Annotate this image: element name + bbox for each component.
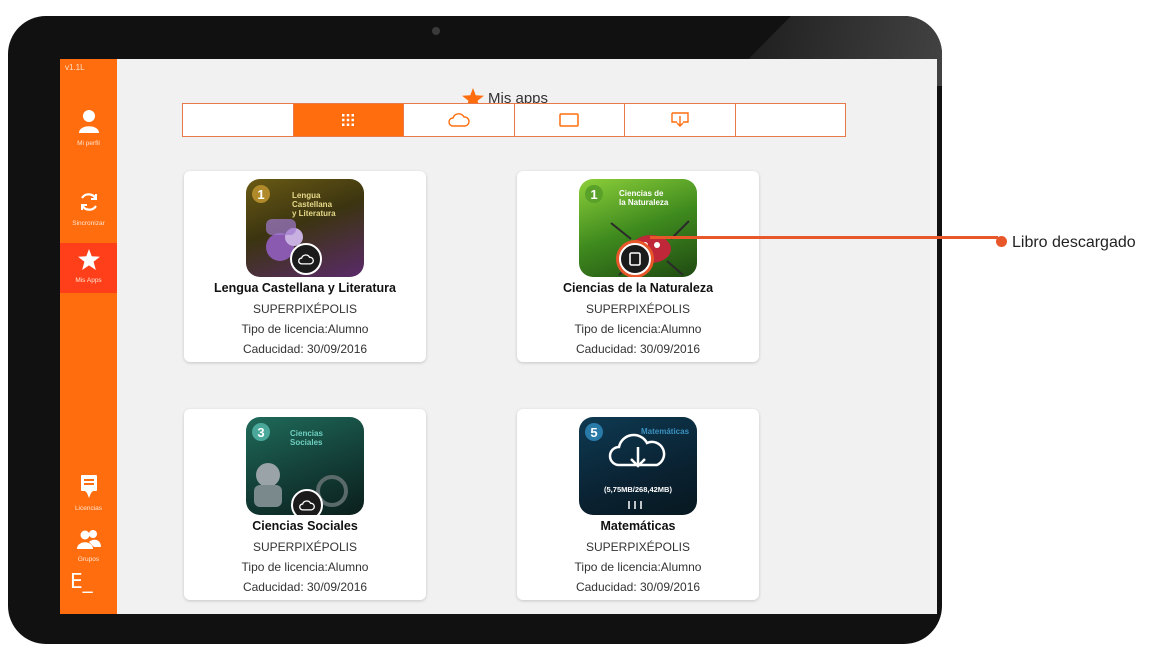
app-card[interactable]: 3 Ciencias Sociales Ciencias Sociales SU… [184,409,426,600]
app-card[interactable]: 1 Lengua Castellana y Literatura Lengua … [184,171,426,362]
card-publisher: SUPERPIXÉPOLIS [585,540,691,554]
tablet-icon [559,113,579,127]
tab-cloud[interactable] [404,104,515,136]
sidebar-item-grupos[interactable]: Grupos [60,529,117,569]
tab-empty-right[interactable] [736,104,846,136]
filter-tabs [182,103,846,137]
book-cover: 1 Ciencias de la Naturaleza [579,179,697,277]
version-label: v1.1L [65,63,85,72]
card-expiry: Caducidad: 30/09/2016 [575,580,701,594]
tab-device[interactable] [515,104,625,136]
status-badge [291,489,323,515]
sync-icon [80,193,97,211]
group-icon [76,530,101,549]
card-publisher: SUPERPIXÉPOLIS [252,540,358,554]
card-title: Lengua Castellana y Literatura [213,281,396,295]
card-title: Ciencias de la Naturaleza [562,281,714,295]
tab-empty-left[interactable] [183,104,294,136]
sidebar-item-label: Grupos [77,556,100,563]
sidebar-item-mis-apps[interactable]: Mis Apps [60,243,117,293]
book-cover: 3 Ciencias Sociales [246,417,364,515]
cloud-icon [448,113,470,127]
tablet-frame: v1.1L Mi perfil Sincronizar Mis Apps Lic… [8,16,942,644]
tab-download[interactable] [625,104,736,136]
card-expiry: Caducidad: 30/09/2016 [242,580,368,594]
card-license: Tipo de licencia:Alumno [574,560,702,574]
brand-logo: E_ [70,569,93,593]
app-screen: v1.1L Mi perfil Sincronizar Mis Apps Lic… [60,59,937,614]
cloud-download-icon [608,433,666,509]
card-expiry: Caducidad: 30/09/2016 [242,342,368,356]
callout-line [968,236,998,239]
download-progress: (5,75MB/268,42MB) [604,485,672,494]
app-card[interactable]: 1 Ciencias de la Naturaleza Ciencias de … [517,171,759,362]
sidebar-item-licencias[interactable]: Licencias [60,474,117,520]
license-icon [80,475,97,498]
grid-icon [342,114,355,126]
sidebar-item-label: Mi perfil [77,140,100,147]
sidebar-item-label: Licencias [74,505,103,512]
callout-line [650,236,970,239]
book-cover: 5 Matemáticas (5,75MB/268,42MB) [579,417,697,515]
sidebar-item-sync[interactable]: Sincronizar [60,191,117,239]
callout-label: Libro descargado [1012,234,1136,251]
status-badge [619,243,651,275]
camera-icon [432,27,440,35]
card-license: Tipo de licencia:Alumno [241,322,369,336]
card-license: Tipo de licencia:Alumno [574,322,702,336]
sidebar-item-label: Sincronizar [72,220,105,227]
download-icon [671,112,689,127]
sidebar-item-label: Mis Apps [75,277,102,284]
card-license: Tipo de licencia:Alumno [241,560,369,574]
cloud-icon [299,499,315,511]
user-icon [78,110,99,133]
card-publisher: SUPERPIXÉPOLIS [585,302,691,316]
book-cover: 1 Lengua Castellana y Literatura [246,179,364,277]
cloud-icon [298,253,314,265]
sidebar: v1.1L Mi perfil Sincronizar Mis Apps Lic… [60,59,117,614]
card-title: Ciencias Sociales [252,519,358,533]
status-badge [290,243,322,275]
card-expiry: Caducidad: 30/09/2016 [575,342,701,356]
sidebar-item-profile[interactable]: Mi perfil [60,109,117,159]
star-icon [77,249,100,270]
card-title: Matemáticas [600,519,676,533]
card-publisher: SUPERPIXÉPOLIS [252,302,358,316]
tab-all-apps[interactable] [293,104,404,136]
app-card[interactable]: 5 Matemáticas (5,75MB/268,42MB) Matemáti… [517,409,759,600]
tablet-icon [629,252,641,266]
